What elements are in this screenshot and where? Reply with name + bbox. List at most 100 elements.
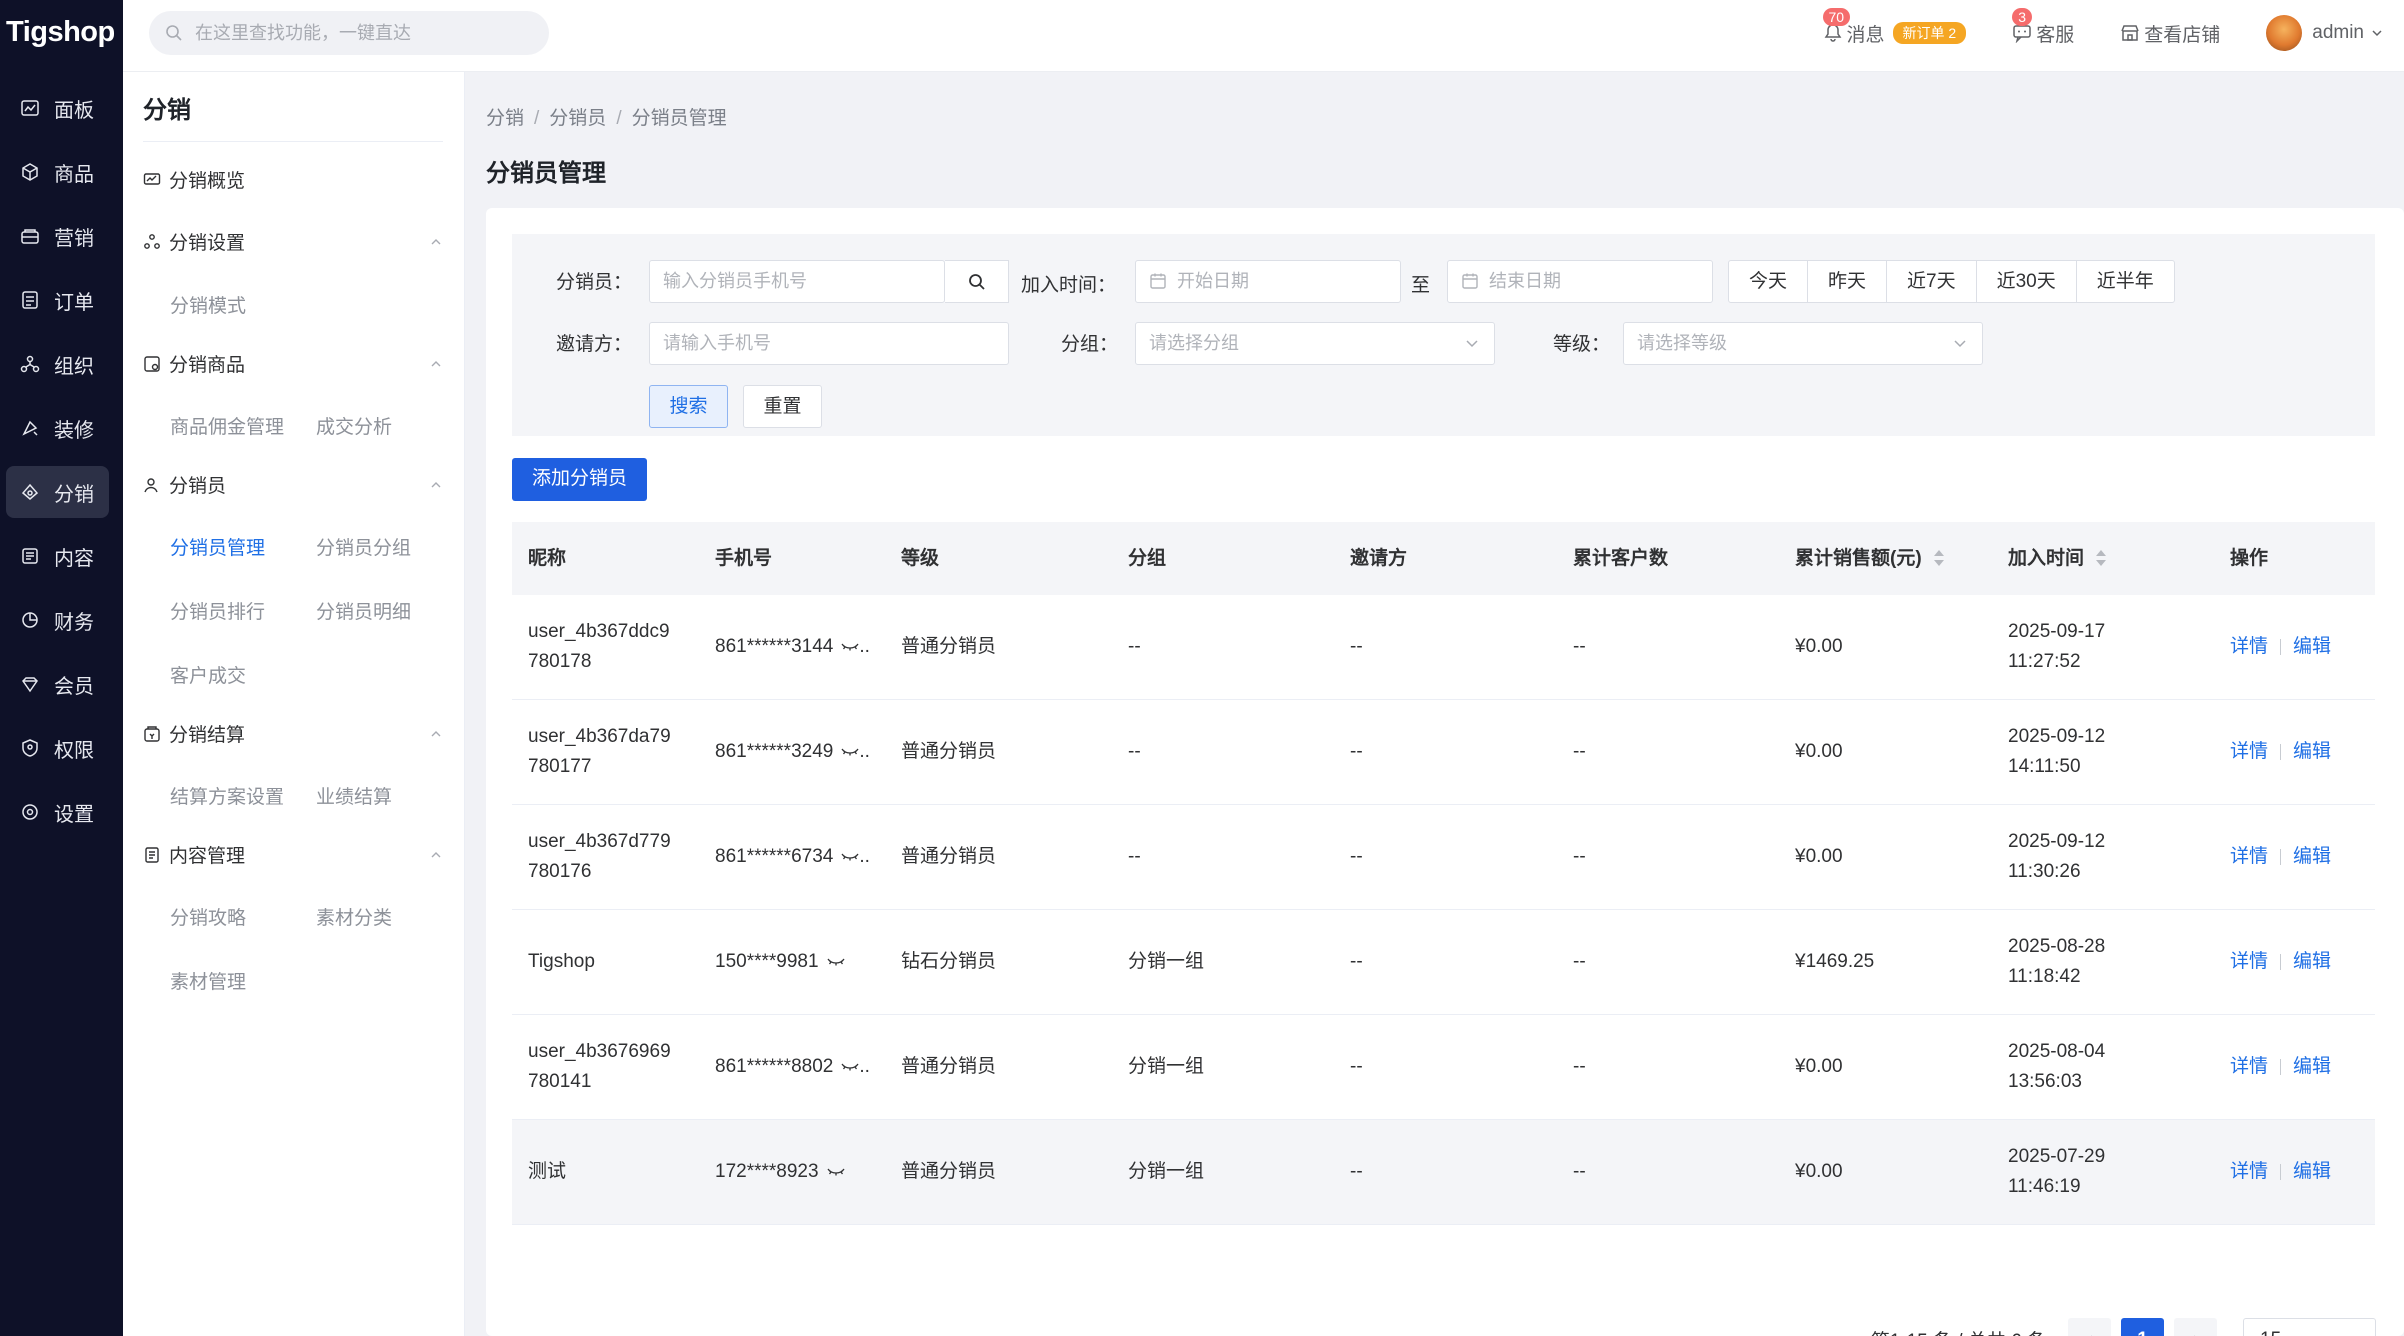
submenu-link-performance[interactable]: 业绩结算 [316, 782, 392, 809]
submenu-link-distributor-management[interactable]: 分销员管理 [170, 533, 265, 560]
nav-label: 内容 [54, 547, 94, 570]
nickname-line: 780178 [528, 651, 592, 672]
edit-link[interactable]: 编辑 [2293, 741, 2331, 762]
nav-item-dashboard[interactable]: 面板 [6, 82, 109, 134]
edit-link[interactable]: 编辑 [2293, 1056, 2331, 1077]
join-time-line: 2025-07-29 [2008, 1146, 2106, 1167]
submenu-link-settlement-plan[interactable]: 结算方案设置 [170, 782, 284, 809]
distributor-phone-input[interactable]: 输入分销员手机号 [649, 260, 945, 303]
eye-closed-icon[interactable] [841, 747, 859, 757]
quick-date-30days[interactable]: 近30天 [1977, 261, 2077, 302]
submenu-link-ranking[interactable]: 分销员排行 [170, 597, 265, 624]
submenu-overview[interactable]: 分销概览 [143, 166, 443, 193]
quick-date-yesterday[interactable]: 昨天 [1808, 261, 1888, 302]
group-select[interactable]: 请选择分组 [1135, 322, 1495, 365]
nav-item-organization[interactable]: 组织 [6, 338, 109, 390]
detail-link[interactable]: 详情 [2230, 1161, 2268, 1182]
phone-value: 861******6734 [715, 846, 834, 867]
nav-item-marketing[interactable]: 营销 [6, 210, 109, 262]
cell-level: 普通分销员 [901, 636, 997, 657]
page-number-current[interactable]: 1 [2121, 1318, 2164, 1336]
table-row: user_4b3676969 780141 861******8802.. 普通分销员… [512, 1015, 2375, 1120]
detail-link[interactable]: 详情 [2230, 636, 2268, 657]
inviter-phone-input[interactable]: 请输入手机号 [649, 322, 1009, 365]
submenu-group-settlement[interactable]: 分销结算 [143, 720, 443, 747]
header-join-time[interactable]: 加入时间 [1992, 544, 2214, 574]
edit-link[interactable]: 编辑 [2293, 636, 2331, 657]
next-page-button[interactable] [2174, 1318, 2217, 1336]
customer-service-button[interactable]: 3 客服 [2012, 7, 2074, 47]
submenu-link-detail[interactable]: 分销员明细 [316, 597, 411, 624]
messages-button[interactable]: 70 消息 新订单 2 [1822, 7, 1967, 47]
submenu-link-mode[interactable]: 分销模式 [170, 291, 246, 318]
cell-inviter: -- [1350, 951, 1363, 972]
edit-link[interactable]: 编辑 [2293, 846, 2331, 867]
submenu-link-commission[interactable]: 商品佣金管理 [170, 412, 284, 439]
submenu-group-distributors[interactable]: 分销员 [143, 471, 443, 498]
edit-link[interactable]: 编辑 [2293, 951, 2331, 972]
breadcrumb-item[interactable]: 分销员 [549, 108, 606, 129]
nav-item-products[interactable]: 商品 [6, 146, 109, 198]
nav-item-member[interactable]: 会员 [6, 658, 109, 710]
eye-closed-icon[interactable] [841, 852, 859, 862]
detail-link[interactable]: 详情 [2230, 1056, 2268, 1077]
nav-item-content[interactable]: 内容 [6, 530, 109, 582]
calendar-icon [1462, 273, 1478, 289]
truncation-ellipsis: .. [859, 846, 870, 867]
cell-group: 分销一组 [1128, 951, 1205, 972]
nav-item-decoration[interactable]: 装修 [6, 402, 109, 454]
submenu-group-content[interactable]: 内容管理 [143, 841, 443, 868]
eye-closed-icon[interactable] [841, 1062, 859, 1072]
nav-item-finance[interactable]: 财务 [6, 594, 109, 646]
nav-item-settings[interactable]: 设置 [6, 786, 109, 838]
submenu-link-material-management[interactable]: 素材管理 [170, 967, 246, 994]
finance-icon [22, 612, 38, 628]
cell-customers: -- [1573, 636, 1586, 657]
edit-link[interactable]: 编辑 [2293, 1161, 2331, 1182]
join-time-line: 2025-09-12 [2008, 831, 2106, 852]
start-date-input[interactable]: 开始日期 [1135, 260, 1401, 303]
quick-date-half-year[interactable]: 近半年 [2077, 261, 2174, 302]
inviter-label: 邀请方： [555, 334, 632, 355]
nav-item-permission[interactable]: 权限 [6, 722, 109, 774]
nav-label: 组织 [54, 355, 94, 378]
nav-item-orders[interactable]: 订单 [6, 274, 109, 326]
truncation-ellipsis: .. [859, 1056, 870, 1077]
submenu-link-distributor-group[interactable]: 分销员分组 [316, 533, 411, 560]
global-search-input[interactable]: 在这里查找功能，一键直达 [149, 11, 549, 55]
prev-page-button[interactable] [2068, 1318, 2111, 1336]
detail-link[interactable]: 详情 [2230, 951, 2268, 972]
detail-link[interactable]: 详情 [2230, 846, 2268, 867]
view-store-button[interactable]: 查看店铺 [2120, 20, 2220, 47]
search-button[interactable]: 搜索 [649, 385, 728, 428]
distributor-search-button[interactable] [945, 260, 1009, 303]
page-size-select[interactable]: 15 [2243, 1318, 2376, 1336]
detail-link[interactable]: 详情 [2230, 741, 2268, 762]
new-orders-badge[interactable]: 新订单 2 [1892, 22, 1967, 44]
submenu-group-settings[interactable]: 分销设置 [143, 228, 443, 255]
page-title: 分销员管理 [486, 160, 606, 187]
app-logo[interactable]: Tigshop [0, 0, 123, 72]
eye-closed-icon[interactable] [827, 957, 845, 967]
level-select[interactable]: 请选择等级 [1623, 322, 1983, 365]
submenu-link-customer-deals[interactable]: 客户成交 [170, 661, 246, 688]
quick-date-today[interactable]: 今天 [1729, 261, 1809, 302]
header-sales[interactable]: 累计销售额(元) [1779, 544, 1992, 574]
reset-button[interactable]: 重置 [743, 385, 822, 428]
eye-closed-icon[interactable] [827, 1167, 845, 1177]
store-icon [2121, 25, 2139, 41]
submenu-link-guide[interactable]: 分销攻略 [170, 903, 246, 930]
add-distributor-button[interactable]: 添加分销员 [512, 458, 647, 501]
submenu-group-products[interactable]: 分销商品 [143, 350, 443, 377]
breadcrumb-item[interactable]: 分销 [486, 108, 524, 129]
user-menu[interactable]: admin [2266, 15, 2388, 51]
end-date-input[interactable]: 结束日期 [1447, 260, 1713, 303]
submenu-link-analysis[interactable]: 成交分析 [316, 412, 392, 439]
divider [2280, 743, 2282, 760]
nav-item-distribution[interactable]: 分销 [6, 466, 109, 518]
quick-date-7days[interactable]: 近7天 [1887, 261, 1977, 302]
sort-icon[interactable] [2096, 549, 2107, 567]
sort-icon[interactable] [1933, 549, 1944, 567]
submenu-link-material-category[interactable]: 素材分类 [316, 903, 392, 930]
eye-closed-icon[interactable] [841, 642, 859, 652]
